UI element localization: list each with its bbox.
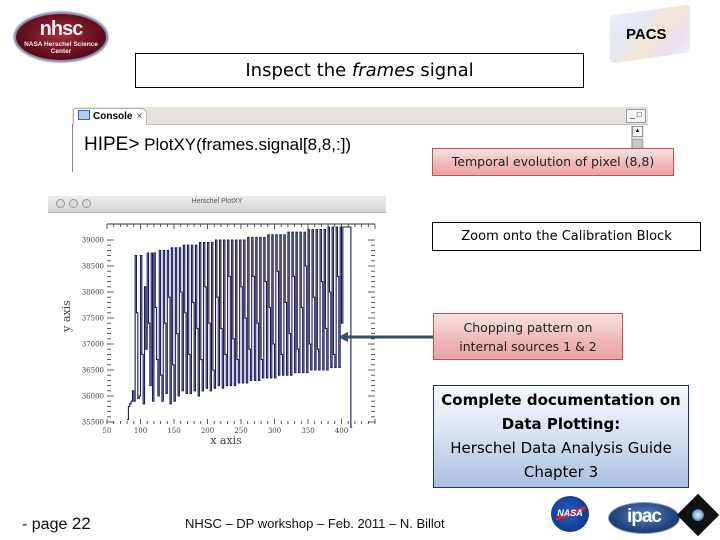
ipac-logo: ipac — [608, 502, 680, 534]
x-tick-label: 300 — [268, 427, 281, 435]
console-tab-label: Console — [93, 111, 133, 122]
y-tick-label: 37500 — [82, 315, 104, 323]
nhsc-logo-text: nhsc — [39, 18, 84, 40]
y-tick-label: 36500 — [82, 367, 104, 375]
herschel-logo — [676, 493, 720, 537]
close-icon[interactable]: × — [136, 111, 142, 122]
title-italic: frames — [351, 60, 415, 81]
x-tick-label: 50 — [103, 427, 112, 435]
doc-line-4: Chapter 3 — [523, 463, 599, 481]
arrow-icon — [338, 332, 436, 342]
plot-window-titlebar: Herschel PlotXY — [48, 196, 386, 213]
callout-temporal-evolution: Temporal evolution of pixel (8,8) — [432, 148, 674, 176]
console-icon — [78, 110, 90, 120]
scroll-up-arrow-icon[interactable]: ▲ — [632, 126, 643, 137]
page-prefix: - page — [22, 516, 72, 533]
pacs-logo: PACS — [610, 4, 690, 64]
y-tick-label: 38000 — [82, 289, 104, 297]
ipac-logo-text: ipac — [626, 506, 662, 527]
y-tick-label: 36000 — [82, 393, 104, 401]
console-border — [72, 124, 73, 172]
page-number-value: 22 — [71, 514, 91, 533]
console-command: PlotXY(frames.signal[8,8,:]) — [139, 135, 352, 154]
chopping-line-1: Chopping pattern on — [463, 320, 593, 335]
nasa-logo: NASA — [551, 496, 589, 532]
title-part-1: Inspect the — [245, 60, 352, 81]
plot-chart: 50 100 150 200 250 300 350 40035500360003650037… — [60, 223, 376, 446]
pacs-logo-text: PACS — [626, 26, 667, 43]
x-tick-label: 100 — [134, 427, 147, 435]
nasa-logo-text: NASA — [557, 508, 583, 518]
y-axis-label: y axis — [60, 300, 73, 333]
slide-title: Inspect the frames signal — [135, 53, 584, 88]
y-tick-label: 37000 — [82, 341, 104, 349]
x-tick-label: 150 — [167, 427, 180, 435]
nhsc-logo-subtext: NASA Herschel Science Center — [24, 41, 98, 55]
page-number: - page 22 — [22, 514, 91, 534]
callout-chopping-pattern: Chopping pattern on internal sources 1 &… — [433, 313, 623, 360]
y-tick-label: 39000 — [82, 237, 104, 245]
title-part-2: signal — [414, 60, 474, 81]
callout-zoom-calibration: Zoom onto the Calibration Block — [432, 222, 701, 251]
nhsc-logo: nhsc NASA Herschel Science Center — [14, 12, 108, 62]
tab-console[interactable]: Console × — [73, 108, 147, 125]
chopping-line-2: internal sources 1 & 2 — [459, 339, 597, 354]
herschel-glow-icon — [689, 506, 707, 524]
console-prompt: HIPE> — [84, 134, 140, 155]
doc-line-1: Complete documentation on — [441, 391, 681, 409]
console-tabbar: Console × _ □ — [72, 107, 648, 125]
doc-line-2: Data Plotting: — [501, 415, 621, 433]
signal-series-line — [127, 226, 353, 428]
doc-line-3: Herschel Data Analysis Guide — [450, 439, 672, 457]
window-controls[interactable]: _ □ — [626, 109, 646, 123]
x-axis-label: x axis — [210, 434, 242, 446]
documentation-box: Complete documentation on Data Plotting:… — [433, 385, 689, 488]
y-tick-label: 35500 — [82, 419, 104, 427]
x-tick-label: 400 — [335, 427, 348, 435]
y-tick-label: 38500 — [82, 263, 104, 271]
x-tick-label: 350 — [301, 427, 314, 435]
plot-window: Herschel PlotXY 50 100 150 200 250 300 350 400 3… — [48, 196, 386, 446]
console-command-line[interactable]: HIPE> PlotXY(frames.signal[8,8,:]) — [84, 134, 351, 156]
plot-window-title: Herschel PlotXY — [191, 198, 243, 205]
footer-text: NHSC – DP workshop – Feb. 2011 – N. Bill… — [185, 516, 445, 531]
